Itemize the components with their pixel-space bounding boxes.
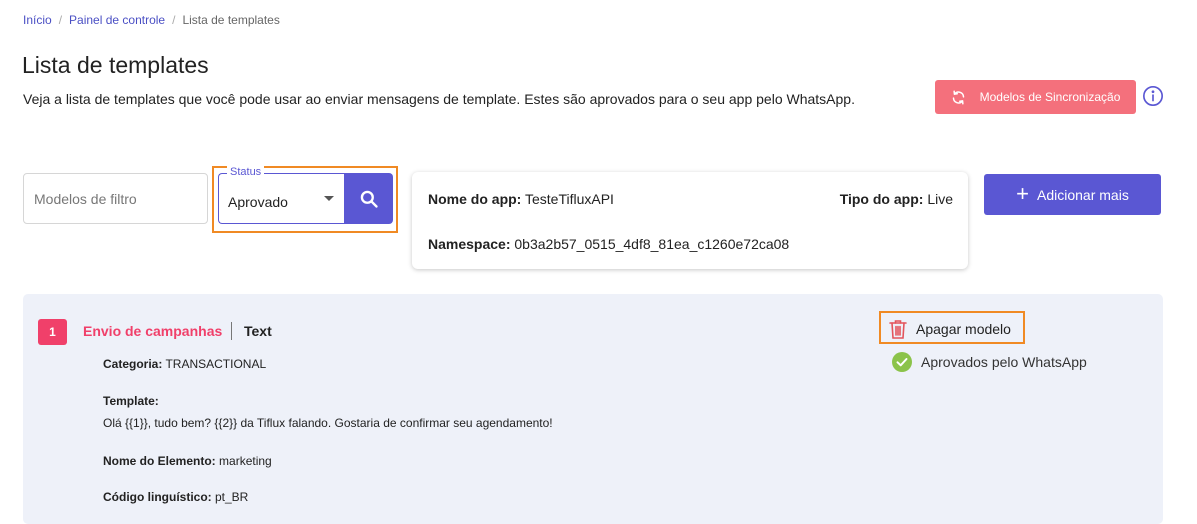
breadcrumb: Início / Painel de controle / Lista de t…	[23, 13, 280, 27]
template-card: 1 Envio de campanhas Text Categoria: TRA…	[23, 294, 1163, 524]
search-button[interactable]	[344, 173, 393, 224]
sync-button-label: Modelos de Sincronização	[979, 90, 1121, 104]
delete-button-label: Apagar modelo	[916, 320, 1011, 337]
template-type: Text	[244, 323, 272, 339]
plus-icon: +	[1016, 180, 1030, 206]
template-name: Envio de campanhas	[83, 323, 223, 339]
app-type: Tipo do app: Live	[839, 191, 953, 207]
add-button-label: Adicionar mais	[1037, 186, 1129, 203]
approval-status: Aprovados pelo WhatsApp	[892, 352, 1087, 372]
app-info-card: Nome do app: TesteTifluxAPI Tipo do app:…	[412, 172, 968, 269]
trash-icon	[889, 319, 907, 339]
status-select[interactable]: Status Aprovado	[218, 166, 344, 224]
template-body: Olá {{1}}, tudo bem? {{2}} da Tiflux fal…	[103, 416, 553, 430]
approval-status-text: Aprovados pelo WhatsApp	[921, 354, 1087, 370]
template-element-name: Nome do Elemento: marketing	[103, 454, 272, 468]
template-category: Categoria: TRANSACTIONAL	[103, 357, 267, 371]
app-namespace: Namespace: 0b3a2b57_0515_4df8_81ea_c1260…	[428, 236, 790, 252]
page-title: Lista de templates	[22, 52, 209, 78]
add-more-button[interactable]: + Adicionar mais	[984, 174, 1161, 215]
info-icon[interactable]	[1142, 85, 1164, 107]
page-subtitle: Veja a lista de templates que você pode …	[23, 91, 855, 107]
breadcrumb-current: Lista de templates	[182, 13, 280, 27]
template-language: Código linguístico: pt_BR	[103, 490, 249, 504]
breadcrumb-separator: /	[58, 13, 63, 27]
filter-templates-input[interactable]	[23, 173, 208, 224]
divider	[231, 322, 232, 340]
check-circle-icon	[892, 352, 912, 372]
template-body-label: Template:	[103, 394, 159, 408]
status-selected-value: Aprovado	[228, 194, 288, 210]
delete-template-button[interactable]: Apagar modelo	[889, 316, 1011, 341]
app-name: Nome do app: TesteTifluxAPI	[428, 191, 614, 207]
search-icon	[360, 190, 378, 208]
breadcrumb-separator: /	[172, 13, 176, 27]
status-legend: Status	[227, 166, 265, 178]
template-index-badge: 1	[38, 319, 67, 345]
sync-templates-button[interactable]: Modelos de Sincronização	[935, 80, 1136, 114]
sync-icon	[952, 90, 964, 104]
breadcrumb-home[interactable]: Início	[23, 13, 52, 27]
breadcrumb-dashboard[interactable]: Painel de controle	[69, 13, 165, 27]
caret-down-icon	[324, 196, 334, 201]
